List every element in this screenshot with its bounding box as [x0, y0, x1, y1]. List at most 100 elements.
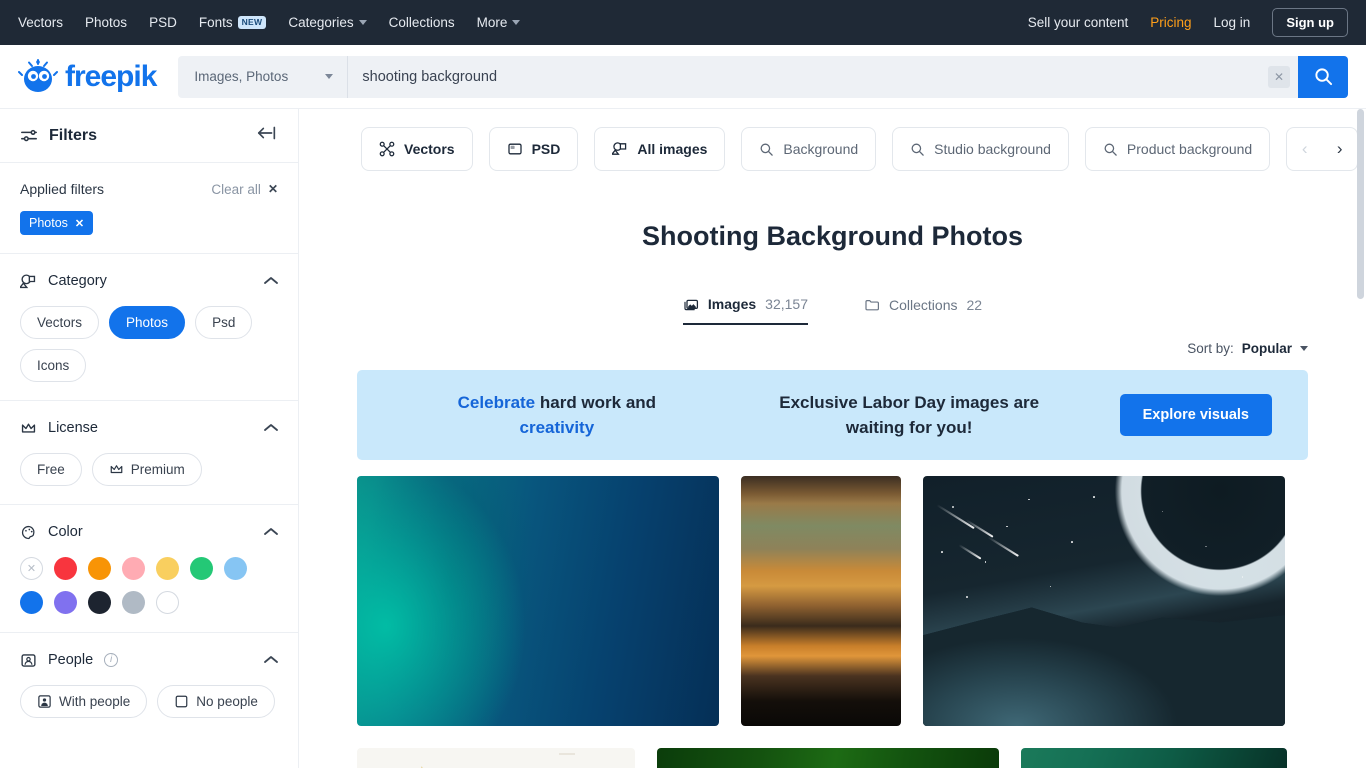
promo-banner-highlight: Celebrate — [457, 392, 536, 412]
category-option-photos[interactable]: Photos — [109, 306, 186, 339]
chevron-down-icon — [325, 74, 334, 79]
color-swatch-green[interactable] — [190, 557, 213, 580]
color-swatch-none[interactable]: ✕ — [20, 557, 43, 580]
suggestion-chip-studio-background[interactable]: Studio background — [892, 127, 1069, 171]
clear-all-button[interactable]: Clear all ✕ — [211, 182, 278, 197]
applied-filters-label: Applied filters — [20, 181, 105, 197]
suggestion-chip-psd[interactable]: PSD — [488, 127, 579, 171]
filter-section-color-header[interactable]: Color — [20, 523, 278, 541]
result-tile-dark-green[interactable] — [657, 748, 999, 768]
color-swatch-pink[interactable] — [122, 557, 145, 580]
filter-section-license-header[interactable]: License — [20, 419, 278, 437]
color-swatches: ✕ — [20, 557, 260, 614]
clear-all-label: Clear all — [211, 181, 261, 197]
results-grid: ★ — [357, 476, 1308, 768]
sort-control[interactable]: Sort by: Popular — [299, 341, 1366, 356]
nav-item-vectors[interactable]: Vectors — [18, 15, 63, 30]
tab-collections[interactable]: Collections 22 — [864, 296, 982, 325]
category-option-psd[interactable]: Psd — [195, 306, 253, 339]
explore-visuals-button[interactable]: Explore visuals — [1119, 394, 1272, 436]
people-option-label: With people — [59, 694, 131, 709]
people-option-with-people[interactable]: With people — [20, 685, 148, 718]
license-option-premium[interactable]: Premium — [91, 453, 202, 486]
search-input[interactable] — [348, 55, 1268, 98]
freepik-logo[interactable]: freepik — [18, 58, 157, 95]
collapse-left-icon[interactable] — [256, 125, 278, 146]
search-submit-button[interactable] — [1298, 55, 1348, 98]
nav-item-categories[interactable]: Categories — [288, 15, 367, 30]
result-tile-teal-green[interactable] — [1021, 748, 1287, 768]
suggestion-chip-label: Vectors — [404, 141, 455, 157]
result-tile-sunset[interactable] — [741, 476, 901, 726]
nav-item-psd[interactable]: PSD — [149, 15, 177, 30]
filter-section-category-header[interactable]: Category — [20, 272, 278, 290]
suggestion-chip-label: PSD — [531, 141, 561, 157]
tab-count: 22 — [966, 297, 983, 313]
filters-title: Filters — [49, 126, 98, 144]
suggestion-chip-label: Studio background — [934, 141, 1051, 157]
promo-banner-mid-text: Exclusive Labor Day images are waiting f… — [721, 390, 1098, 441]
page-title: Shooting Background Photos — [642, 221, 1023, 251]
color-swatch-orange[interactable] — [88, 557, 111, 580]
color-swatch-gray[interactable] — [122, 591, 145, 614]
tab-images[interactable]: Images 32,157 — [682, 296, 808, 325]
suggestion-chip-background[interactable]: Background — [741, 127, 877, 171]
people-icon — [21, 653, 36, 667]
color-swatch-red[interactable] — [54, 557, 77, 580]
sell-your-content-link[interactable]: Sell your content — [1028, 15, 1129, 30]
filter-section-title: People — [48, 652, 94, 668]
nav-item-more[interactable]: More — [477, 15, 521, 30]
color-swatch-yellow[interactable] — [156, 557, 179, 580]
filter-section-title: License — [48, 420, 98, 436]
carousel-next-button[interactable]: › — [1337, 139, 1343, 159]
close-icon[interactable]: ✕ — [75, 217, 84, 230]
filter-section-people-header[interactable]: People i — [20, 651, 278, 669]
page-scrollbar[interactable] — [1357, 109, 1364, 299]
nav-item-fonts[interactable]: Fonts NEW — [199, 15, 267, 30]
promo-banner-left-text: Celebrate hard work and creativity — [393, 390, 721, 441]
color-swatch-light-blue[interactable] — [224, 557, 247, 580]
result-tile-cream[interactable]: ★ — [357, 748, 635, 768]
carousel-prev-button[interactable]: ‹ — [1302, 139, 1308, 159]
suggestion-chip-product-background[interactable]: Product background — [1084, 127, 1271, 171]
filter-section-title: Category — [48, 273, 107, 289]
promo-banner: Celebrate hard work and creativity Exclu… — [357, 370, 1308, 460]
chevron-up-icon — [264, 419, 278, 437]
folder-icon — [865, 300, 879, 311]
result-tile-aurora[interactable] — [357, 476, 719, 726]
signup-button[interactable]: Sign up — [1272, 8, 1348, 37]
login-link[interactable]: Log in — [1214, 15, 1251, 30]
suggestion-chip-vectors[interactable]: Vectors — [361, 127, 473, 171]
promo-banner-left-rest: hard work and — [535, 392, 657, 412]
nav-item-photos[interactable]: Photos — [85, 15, 127, 30]
people-options: With people No people — [20, 685, 278, 718]
info-icon[interactable]: i — [104, 653, 119, 667]
promo-banner-mid-line1: Exclusive Labor Day images are — [779, 392, 1040, 412]
results-row — [357, 476, 1308, 726]
color-swatch-black[interactable] — [88, 591, 111, 614]
people-option-no-people[interactable]: No people — [157, 685, 275, 718]
category-option-icons[interactable]: Icons — [20, 349, 87, 382]
filters-sidebar: Filters Applied filters Clear all ✕ Phot… — [0, 109, 299, 768]
tab-count: 32,157 — [765, 296, 808, 312]
result-tile-space[interactable] — [923, 476, 1285, 726]
chevron-down-icon — [1300, 346, 1308, 351]
tab-label: Collections — [889, 297, 958, 313]
psd-icon — [507, 143, 522, 155]
color-swatch-blue[interactable] — [20, 591, 43, 614]
category-option-vectors[interactable]: Vectors — [20, 306, 100, 339]
clear-search-button[interactable]: ✕ — [1268, 65, 1290, 88]
vectors-icon — [379, 141, 395, 157]
chevron-up-icon — [264, 272, 278, 290]
nav-item-label: Categories — [288, 15, 354, 30]
pricing-link[interactable]: Pricing — [1150, 15, 1191, 30]
page-body: Filters Applied filters Clear all ✕ Phot… — [0, 109, 1366, 768]
nav-item-collections[interactable]: Collections — [389, 15, 455, 30]
chevron-up-icon — [264, 523, 278, 541]
search-type-dropdown[interactable]: Images, Photos — [178, 55, 349, 98]
license-option-free[interactable]: Free — [20, 453, 82, 486]
color-swatch-white[interactable] — [156, 591, 179, 614]
suggestion-chip-all-images[interactable]: All images — [594, 127, 726, 171]
color-swatch-purple[interactable] — [54, 591, 77, 614]
applied-filter-chip-photos[interactable]: Photos ✕ — [20, 211, 94, 235]
